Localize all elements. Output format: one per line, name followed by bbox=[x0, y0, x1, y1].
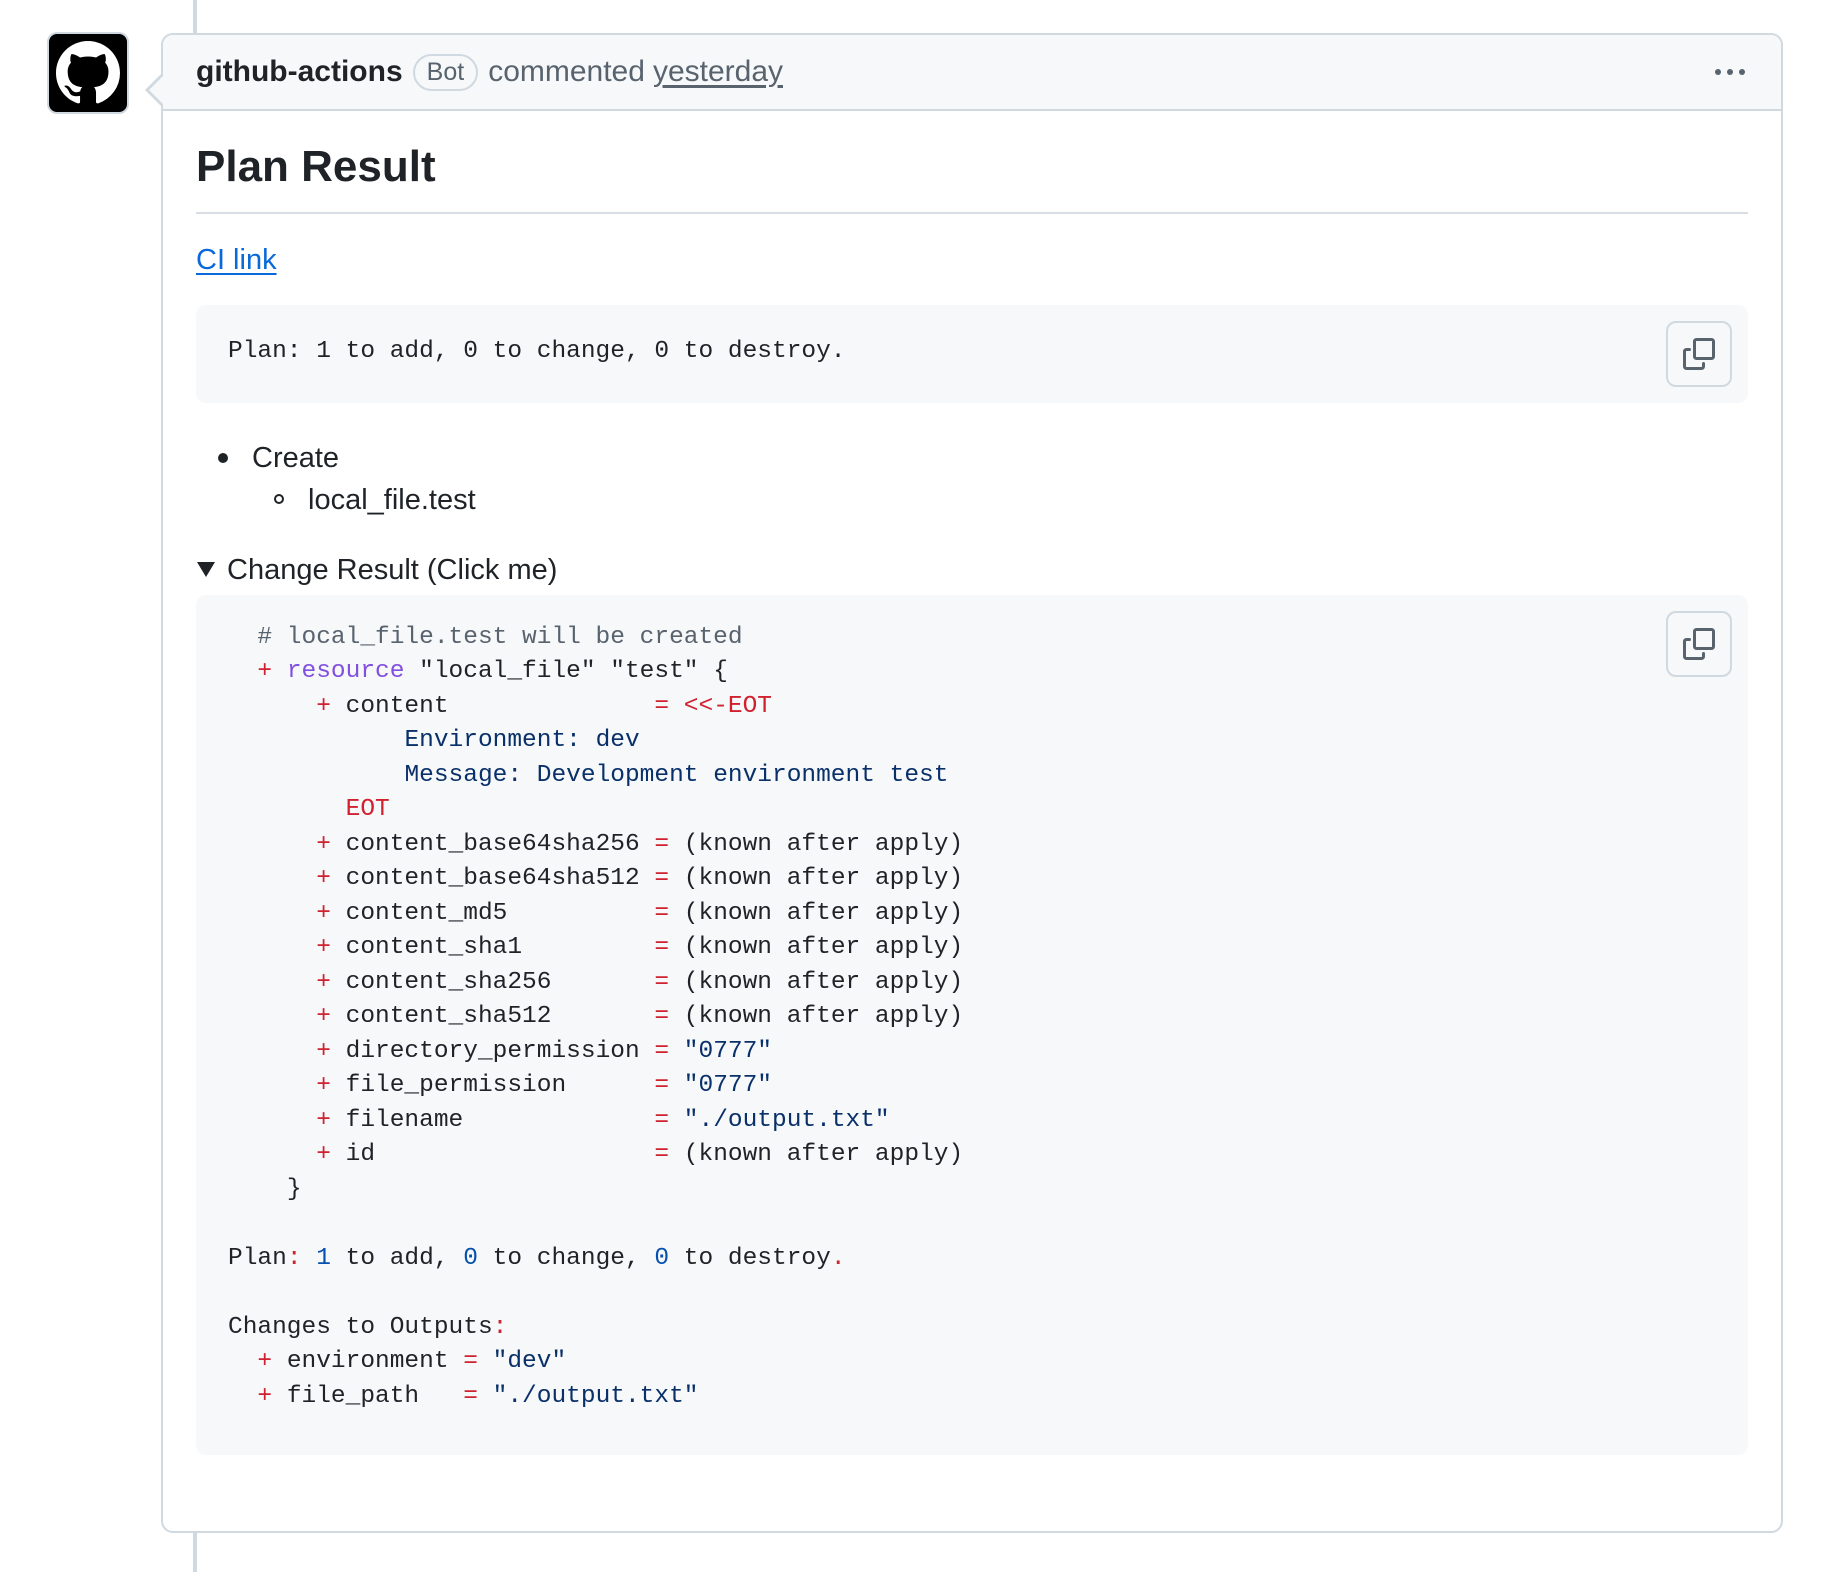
code-line: + content_base64sha256 = (known after ap… bbox=[316, 830, 964, 858]
ci-link[interactable]: CI link bbox=[196, 244, 277, 277]
code-line: + file_path = "./output.txt" bbox=[257, 1382, 699, 1410]
change-result-code: # local_file.test will be created + reso… bbox=[196, 594, 1748, 1455]
code-line: } bbox=[286, 1175, 302, 1203]
copy-button[interactable] bbox=[1666, 610, 1732, 677]
triangle-down-icon bbox=[197, 562, 215, 578]
code-line: + content_sha256 = (known after apply) bbox=[316, 968, 964, 996]
code-line: + filename = "./output.txt" bbox=[316, 1106, 890, 1134]
code-line: # local_file.test will be created bbox=[257, 623, 743, 651]
kebab-horizontal-icon bbox=[1739, 69, 1745, 75]
comment-caret-fill bbox=[149, 75, 164, 105]
github-octocat-icon bbox=[56, 41, 120, 104]
code-line: Plan: 1 to add, 0 to change, 0 to destro… bbox=[228, 1244, 846, 1272]
comment-options-button[interactable] bbox=[1711, 59, 1749, 85]
code-line: Changes to Outputs: bbox=[228, 1313, 508, 1341]
kebab-horizontal-icon bbox=[1727, 69, 1733, 75]
comment-body: Plan Result CI link Plan: 1 to add, 0 to… bbox=[163, 111, 1781, 1455]
author-name[interactable]: github-actions bbox=[196, 55, 403, 89]
comment-header: github-actions Bot commented yesterday bbox=[163, 35, 1781, 111]
details-summary[interactable]: Change Result (Click me) bbox=[196, 549, 1748, 591]
plan-summary-code: Plan: 1 to add, 0 to change, 0 to destro… bbox=[196, 304, 1748, 403]
code-line: + file_permission = "0777" bbox=[316, 1072, 773, 1100]
copy-icon bbox=[1683, 627, 1715, 660]
code-line: + content = <<-EOT bbox=[316, 692, 773, 720]
code-line: + environment = "dev" bbox=[257, 1348, 567, 1376]
kebab-horizontal-icon bbox=[1715, 69, 1721, 75]
change-list: Create local_file.test bbox=[196, 437, 1748, 521]
comment-box: github-actions Bot commented yesterday P… bbox=[145, 33, 1783, 1533]
copy-button[interactable] bbox=[1666, 320, 1732, 387]
list-item: local_file.test bbox=[252, 479, 1748, 521]
page-title: Plan Result bbox=[196, 111, 1748, 214]
sublist: local_file.test bbox=[252, 479, 1748, 521]
code-line: Message: Development environment test bbox=[404, 761, 949, 789]
code-line: + id = (known after apply) bbox=[316, 1141, 964, 1169]
details-summary-label: Change Result (Click me) bbox=[227, 553, 558, 586]
code-line: + directory_permission = "0777" bbox=[316, 1037, 773, 1065]
author-avatar[interactable] bbox=[47, 32, 129, 114]
code-line: + content_sha512 = (known after apply) bbox=[316, 1003, 964, 1031]
comment-timestamp[interactable]: yesterday bbox=[653, 55, 783, 89]
comment-action: commented bbox=[488, 55, 645, 88]
bullet-circle bbox=[274, 493, 284, 504]
code-line: + content_sha1 = (known after apply) bbox=[316, 934, 964, 962]
list-item-create: Create bbox=[252, 441, 340, 474]
code-line: + content_base64sha512 = (known after ap… bbox=[316, 865, 964, 893]
code-line: + resource "local_file" "test" { bbox=[257, 658, 728, 686]
bullet-disc bbox=[218, 452, 228, 463]
bot-badge: Bot bbox=[412, 53, 479, 91]
list-item: Create local_file.test bbox=[196, 437, 1748, 521]
code-line: Environment: dev bbox=[404, 727, 640, 755]
list-item-resource: local_file.test bbox=[308, 483, 476, 516]
plan-summary-text: Plan: 1 to add, 0 to change, 0 to destro… bbox=[228, 337, 846, 365]
code-line: EOT bbox=[345, 796, 390, 824]
code-line: + content_md5 = (known after apply) bbox=[316, 899, 964, 927]
copy-icon bbox=[1683, 337, 1715, 370]
